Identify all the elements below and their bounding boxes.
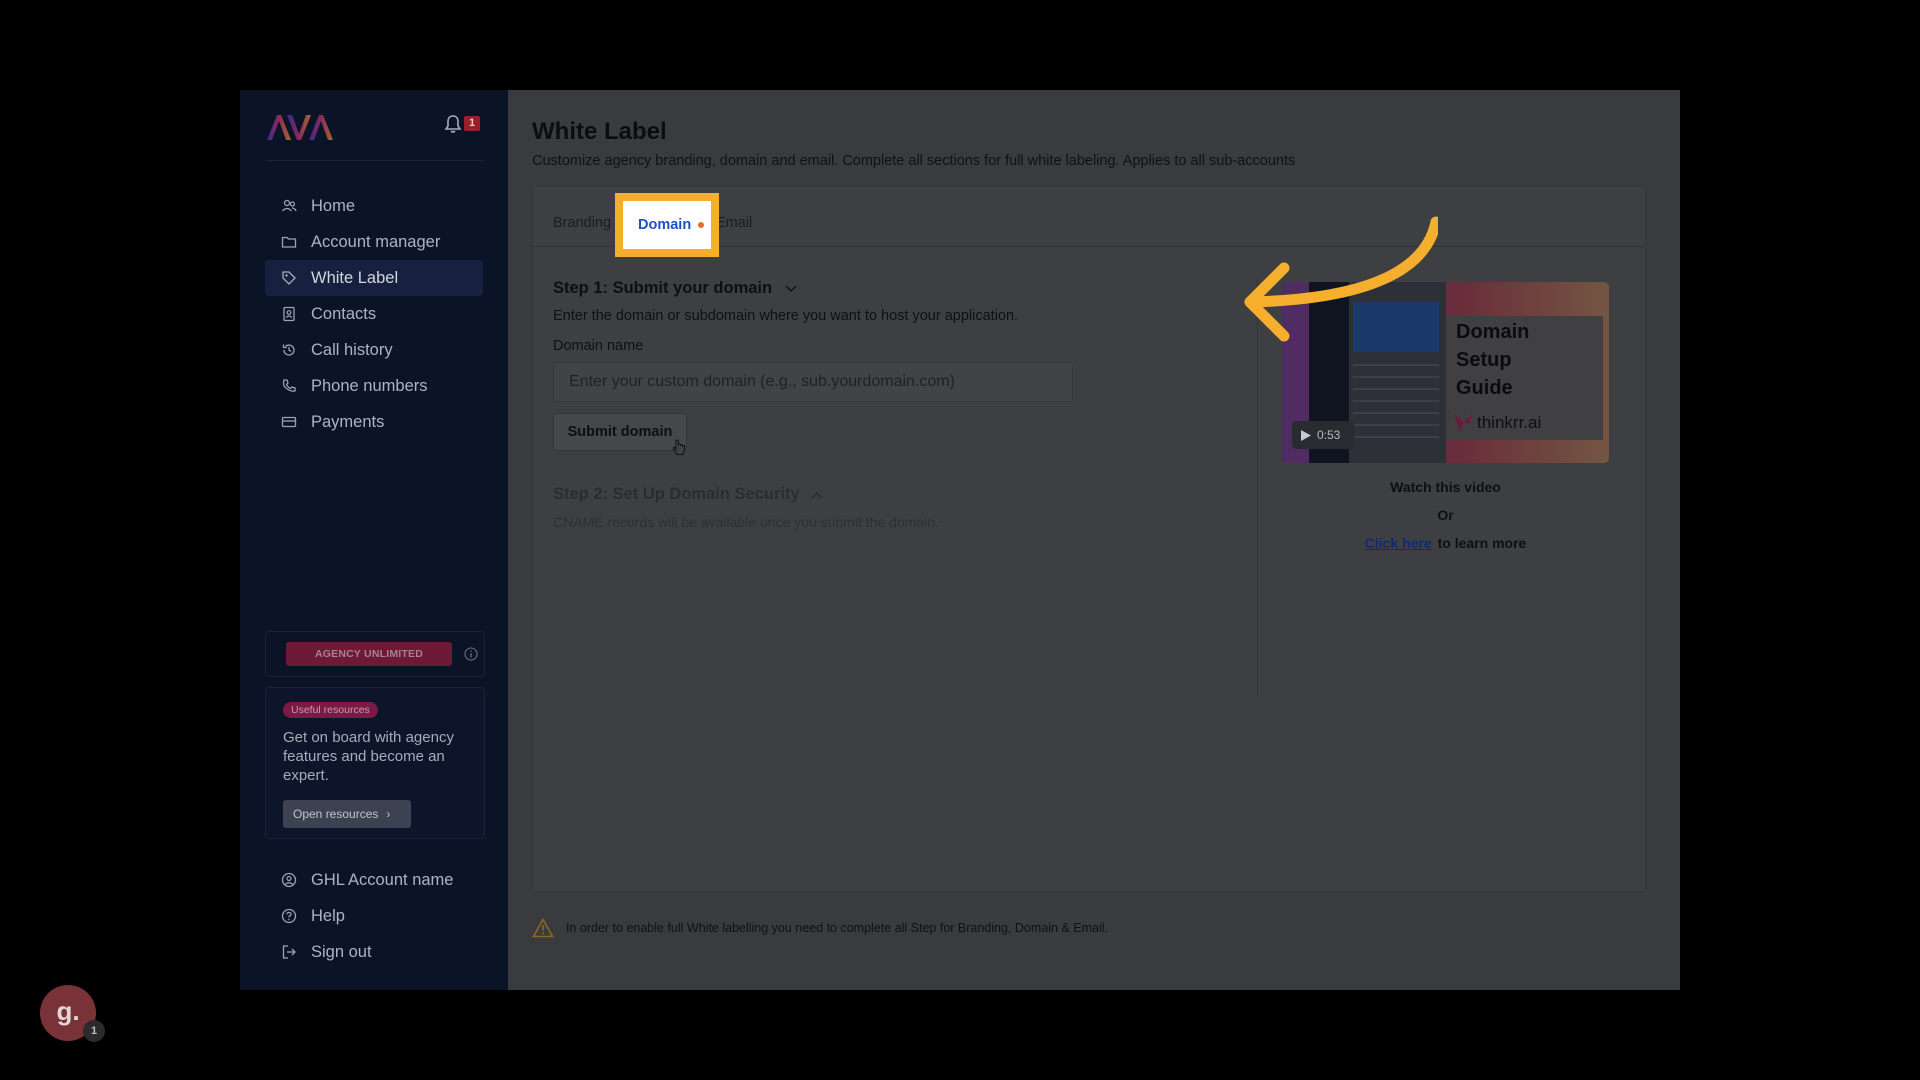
unsaved-dot	[698, 222, 705, 228]
sidebar-item-payments[interactable]: Payments	[265, 404, 483, 440]
white-label-card: Branding Email Domain Step 1: Submit you…	[532, 186, 1646, 892]
submit-domain-button[interactable]: Submit domain	[553, 413, 687, 451]
warning-icon	[532, 918, 554, 938]
page-subtitle: Customize agency branding, domain and em…	[532, 153, 1296, 169]
video-screenshot-row	[1353, 400, 1439, 402]
learn-more-line: Click here to learn more	[1282, 535, 1609, 551]
sidebar-item-label: Account manager	[311, 232, 441, 251]
watch-video-text: Watch this video	[1390, 479, 1501, 495]
sidebar-item-account-manager[interactable]: Account manager	[265, 224, 483, 260]
sidebar-item-contacts[interactable]: Contacts	[265, 296, 483, 332]
tab-branding[interactable]: Branding	[553, 215, 611, 231]
sidebar-item-label: Home	[311, 196, 356, 215]
warning-text: In order to enable full White labelling …	[566, 921, 1108, 935]
sidebar-nav: Home Account manager White Label Contact…	[265, 188, 483, 440]
click-here-link[interactable]: Click here	[1365, 535, 1432, 551]
sidebar-item-label: Help	[311, 906, 345, 925]
plan-badge: AGENCY UNLIMITED	[286, 642, 452, 666]
domain-name-label: Domain name	[553, 338, 644, 354]
step1-header[interactable]: Step 1: Submit your domain	[553, 279, 798, 298]
sidebar-item-label: Phone numbers	[311, 376, 428, 395]
thinkrr-logo-icon	[1454, 414, 1472, 432]
main-content: White Label Customize agency branding, d…	[508, 90, 1680, 990]
video-screenshot-row	[1353, 364, 1439, 366]
video-screenshot-row	[1353, 436, 1439, 438]
card-icon	[281, 416, 297, 428]
resources-card: Useful resources Get on board with agenc…	[265, 687, 485, 839]
video-screenshot-row	[1353, 424, 1439, 426]
tab-email[interactable]: Email	[716, 215, 752, 231]
notification-badge: 1	[464, 116, 480, 131]
hand-cursor-icon	[672, 439, 685, 455]
sidebar-item-label: Payments	[311, 412, 385, 431]
video-play-button[interactable]: 0:53	[1292, 421, 1354, 449]
tab-bar: Branding Email Domain	[533, 187, 1645, 257]
learn-more-text: to learn more	[1437, 535, 1527, 551]
app-window: 1 Home Account manager White Label Conta…	[240, 90, 1680, 990]
users-icon	[282, 199, 297, 212]
sidebar-bottom-nav: GHL Account name Help Sign out	[265, 862, 483, 970]
sidebar-item-home[interactable]: Home	[265, 188, 483, 224]
sidebar-item-label: Call history	[311, 340, 393, 359]
contact-book-icon	[283, 306, 295, 322]
warning-banner: In order to enable full White labelling …	[532, 918, 1108, 938]
tab-domain-label: Domain	[638, 217, 692, 233]
sidebar-divider	[265, 160, 483, 161]
sidebar-item-label: GHL Account name	[311, 870, 454, 889]
history-icon	[282, 344, 295, 356]
video-title-line: Setup	[1456, 349, 1512, 371]
open-resources-label: Open resources	[293, 807, 379, 821]
chevron-down-icon	[785, 284, 797, 292]
video-screenshot-row	[1353, 412, 1439, 414]
step2-title: Step 2: Set Up Domain Security	[553, 485, 800, 503]
chevron-up-icon	[811, 491, 823, 499]
ava-logo[interactable]	[265, 112, 337, 142]
resources-text: Get on board with agency features and be…	[283, 729, 454, 784]
video-title: Domain Setup Guide	[1456, 318, 1529, 402]
sidebar-item-account-name[interactable]: GHL Account name	[265, 862, 483, 898]
video-duration: 0:53	[1317, 428, 1341, 442]
sidebar-item-sign-out[interactable]: Sign out	[265, 934, 483, 970]
domain-name-input[interactable]	[553, 362, 1073, 402]
folder-icon	[281, 236, 297, 248]
page-title: White Label	[532, 118, 667, 145]
plan-box: AGENCY UNLIMITED	[265, 631, 485, 677]
step2-description: CNAME records will be available once you…	[553, 514, 939, 530]
sidebar-item-white-label[interactable]: White Label	[265, 260, 483, 296]
phone-icon	[282, 379, 296, 392]
resources-tag: Useful resources	[283, 702, 378, 718]
sidebar-item-label: Contacts	[311, 304, 377, 323]
tag-icon	[282, 271, 296, 285]
play-icon	[1301, 429, 1311, 441]
sidebar-item-label: Sign out	[311, 942, 372, 961]
bell-icon[interactable]	[444, 114, 462, 134]
video-screenshot-row	[1353, 388, 1439, 390]
video-brand: thinkrr.ai	[1452, 412, 1541, 434]
open-resources-button[interactable]: Open resources ›	[283, 800, 411, 828]
sidebar: 1 Home Account manager White Label Conta…	[240, 90, 508, 990]
video-title-line: Guide	[1456, 377, 1513, 399]
video-title-line: Domain	[1456, 321, 1530, 343]
sidebar-item-call-history[interactable]: Call history	[265, 332, 483, 368]
step2-header[interactable]: Step 2: Set Up Domain Security	[553, 485, 824, 504]
help-icon	[281, 908, 297, 924]
help-widget-badge: 1	[83, 1020, 105, 1042]
tab-highlight: Domain	[615, 193, 719, 257]
video-screenshot-row	[1353, 376, 1439, 378]
tutorial-arrow-icon	[1244, 216, 1438, 342]
step1-title: Step 1: Submit your domain	[553, 279, 773, 297]
sidebar-item-help[interactable]: Help	[265, 898, 483, 934]
or-text: Or	[1437, 507, 1454, 523]
sign-out-icon	[282, 945, 296, 959]
sidebar-item-phone-numbers[interactable]: Phone numbers	[265, 368, 483, 404]
chevron-right-icon: ›	[386, 807, 391, 821]
user-circle-icon	[281, 872, 297, 888]
tab-domain[interactable]: Domain	[623, 201, 711, 249]
sidebar-item-label: White Label	[311, 268, 399, 287]
step1-description: Enter the domain or subdomain where you …	[553, 308, 1019, 324]
video-brand-label: thinkrr.ai	[1477, 413, 1542, 432]
info-icon[interactable]	[464, 647, 478, 661]
